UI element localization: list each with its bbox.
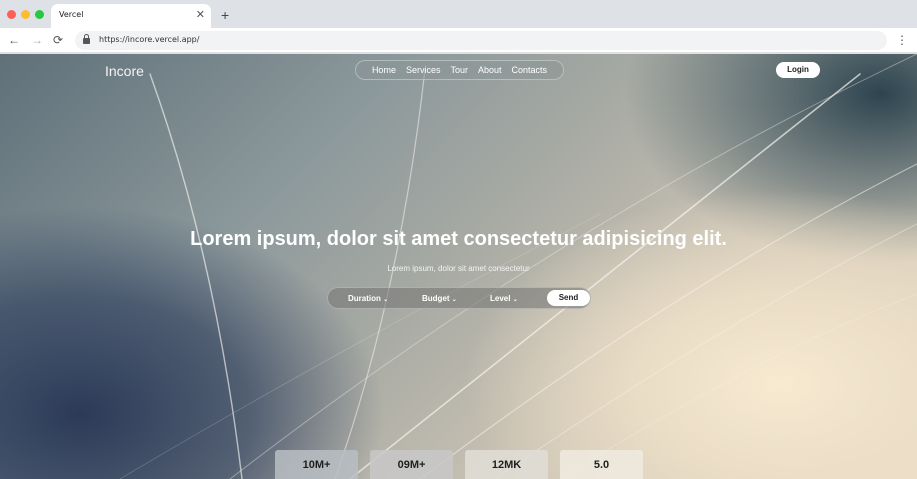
url-text[interactable]: https://incore.vercel.app/ [99,35,199,44]
chevron-down-icon: ⌄ [383,297,389,303]
browser-menu-icon[interactable]: ⋮ [896,32,908,48]
minimize-window-button[interactable] [21,10,30,19]
browser-tab[interactable]: Vercel ✕ [51,4,211,28]
login-button[interactable]: Login [776,62,820,78]
brand-logo[interactable]: Incore [105,63,144,79]
page-viewport: Incore Home Services Tour About Contacts… [0,54,917,479]
nav-link-home[interactable]: Home [372,65,396,75]
nav-link-tour[interactable]: Tour [450,65,468,75]
budget-dropdown[interactable]: Budget ⌄ [422,294,457,303]
back-arrow-icon[interactable]: ← [8,32,20,48]
level-label: Level [490,294,511,303]
duration-label: Duration [348,294,381,303]
forward-arrow-icon[interactable]: → [31,32,43,48]
chevron-down-icon: ⌄ [512,297,518,303]
send-button[interactable]: Send [547,290,590,306]
stat-card: 10M+ [275,450,358,479]
hero-subtitle: Lorem ipsum, dolor sit amet consectetur [387,264,530,273]
new-tab-button[interactable]: + [221,6,229,24]
lock-icon [83,34,90,44]
maximize-window-button[interactable] [35,10,44,19]
duration-dropdown[interactable]: Duration ⌄ [348,294,388,303]
address-bar[interactable]: https://incore.vercel.app/ [75,31,887,50]
stat-card: 5.0 [560,450,643,479]
budget-label: Budget [422,294,450,303]
tab-title: Vercel [59,10,84,19]
reload-icon[interactable]: ⟳ [53,32,63,48]
level-dropdown[interactable]: Level ⌄ [490,294,518,303]
close-tab-icon[interactable]: ✕ [196,8,205,22]
chevron-down-icon: ⌄ [451,297,457,303]
stat-card: 09M+ [370,450,453,479]
nav-link-about[interactable]: About [478,65,502,75]
nav-link-services[interactable]: Services [406,65,441,75]
stat-card: 12MK [465,450,548,479]
main-nav: Home Services Tour About Contacts [355,60,564,80]
hero-title: Lorem ipsum, dolor sit amet consectetur … [190,228,727,250]
browser-tab-bar: Vercel ✕ + [0,0,917,28]
browser-toolbar: ← → ⟳ https://incore.vercel.app/ ⋮ [0,28,917,53]
window-controls [7,10,44,19]
close-window-button[interactable] [7,10,16,19]
nav-link-contacts[interactable]: Contacts [512,65,548,75]
